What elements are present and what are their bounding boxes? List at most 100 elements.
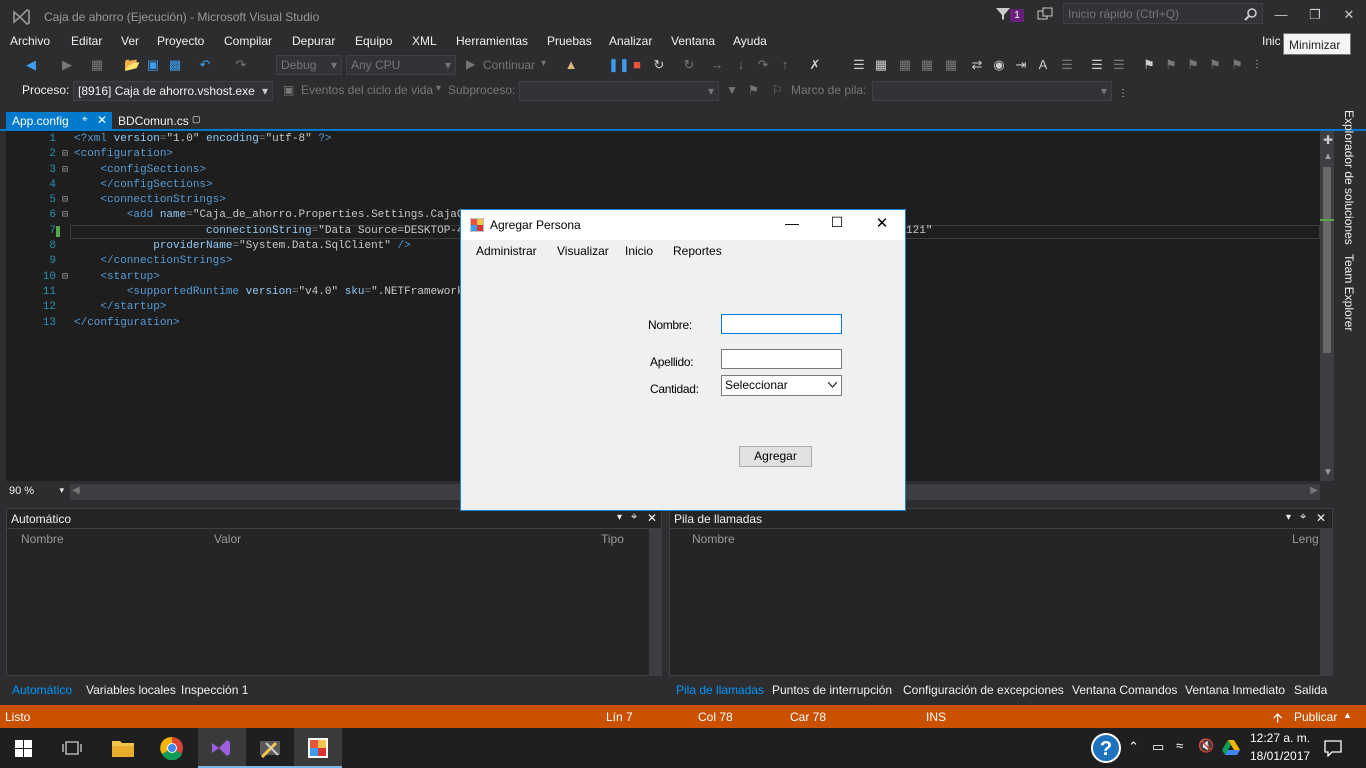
tab-puntos-de-interrupcion[interactable]: Puntos de interrupción <box>768 681 896 699</box>
menu-ver[interactable]: Ver <box>121 34 139 48</box>
open-file-icon[interactable]: 📂 <box>124 58 140 72</box>
task-view-icon[interactable] <box>62 740 82 756</box>
save-all-icon[interactable]: ▩ <box>168 58 182 72</box>
back-icon[interactable]: ◀ <box>24 58 38 72</box>
windows-start-icon[interactable] <box>15 740 32 757</box>
menu-proyecto[interactable]: Proyecto <box>157 34 204 48</box>
menu-ayuda[interactable]: Ayuda <box>733 34 767 48</box>
form-app-taskbar-button[interactable] <box>294 728 342 768</box>
xml-2-icon[interactable]: ▦ <box>944 58 958 72</box>
xml-icon[interactable]: ▦ <box>920 58 934 72</box>
menu-archivo[interactable]: Archivo <box>10 34 50 48</box>
show-next-statement-icon[interactable]: → <box>710 58 724 72</box>
scroll-up-icon[interactable]: ▲ <box>1323 151 1333 162</box>
clear-bookmarks-icon[interactable]: ⚑ <box>1230 58 1244 72</box>
apellido-input[interactable] <box>721 349 842 369</box>
zoom-combo[interactable]: 90 % ▾ <box>6 484 66 500</box>
pane-close-icon[interactable]: ✕ <box>1316 511 1326 525</box>
clock-time[interactable]: 12:27 a. m. <box>1250 731 1310 745</box>
tab-ventana-comandos[interactable]: Ventana Comandos <box>1068 681 1181 699</box>
tab-automatico[interactable]: Automático <box>8 681 76 699</box>
show-flagged-icon[interactable]: ⚐ <box>772 83 783 97</box>
wifi-icon[interactable]: ≈ <box>1176 738 1183 753</box>
forward-icon[interactable]: ▶ <box>60 58 74 72</box>
close-button[interactable]: ✕ <box>1332 0 1366 30</box>
clock-date[interactable]: 18/01/2017 <box>1250 749 1310 763</box>
pane-pin-icon[interactable]: ⌖ <box>631 511 637 524</box>
undo-icon[interactable]: ↶ <box>198 58 212 72</box>
column-header-nombre[interactable]: Nombre <box>692 532 735 546</box>
editor-vertical-scrollbar[interactable]: ✚ ▲ ▼ <box>1320 131 1334 481</box>
bookmark-folder-icon[interactable]: ⚑ <box>1208 58 1222 72</box>
restart-icon[interactable]: ↻ <box>652 58 666 72</box>
indent-icon[interactable]: ⇥ <box>1014 58 1028 72</box>
column-header-valor[interactable]: Valor <box>214 532 241 546</box>
menu-administrar[interactable]: Administrar <box>476 244 537 258</box>
chrome-icon[interactable] <box>160 736 184 760</box>
feedback-icon[interactable] <box>1037 7 1053 23</box>
action-center-icon[interactable] <box>1324 739 1342 757</box>
menu-equipo[interactable]: Equipo <box>355 34 392 48</box>
menu-ventana[interactable]: Ventana <box>671 34 715 48</box>
menu-visualizar[interactable]: Visualizar <box>557 244 609 258</box>
filter-notifications-icon[interactable] <box>995 6 1011 22</box>
goto-icon[interactable]: ⇄ <box>970 58 984 72</box>
prev-bookmark-icon[interactable]: ⚑ <box>1164 58 1178 72</box>
bookmark-icon[interactable]: ⚑ <box>1142 58 1156 72</box>
save-icon[interactable]: ▣ <box>146 58 160 72</box>
lifecycle-events-button[interactable]: Eventos del ciclo de vida <box>301 83 433 97</box>
nombre-input[interactable] <box>721 314 842 334</box>
agregar-button[interactable]: Agregar <box>739 446 812 467</box>
column-header-tipo[interactable]: Tipo <box>601 532 624 546</box>
solution-explorer-tab[interactable]: Explorador de soluciones <box>1342 110 1356 245</box>
list-icon[interactable]: ☰ <box>1090 58 1104 72</box>
step-out-icon[interactable]: ↑ <box>778 58 792 72</box>
pane-dropdown-icon[interactable]: ▾ <box>617 512 622 523</box>
flag-threads-icon[interactable]: ⚑ <box>748 83 759 97</box>
cantidad-select[interactable]: Seleccionar <box>721 375 842 396</box>
process-combo[interactable]: [8916] Caja de ahorro.vshost.exe ▾ <box>73 81 273 101</box>
comment-icon[interactable]: ☰ <box>1060 58 1074 72</box>
refresh-icon[interactable]: ↻ <box>682 58 696 72</box>
camera-icon[interactable]: ◉ <box>992 58 1006 72</box>
platform-combo[interactable]: Any CPU ▾ <box>346 55 456 75</box>
menu-xml[interactable]: XML <box>412 34 437 48</box>
menu-analizar[interactable]: Analizar <box>609 34 652 48</box>
stop-icon[interactable]: ■ <box>630 58 644 72</box>
toolbar-overflow-icon[interactable]: ⋮ <box>1250 58 1264 72</box>
continue-play-icon[interactable]: ▶ <box>466 57 475 71</box>
publish-button[interactable]: Publicar <box>1294 710 1337 724</box>
show-hidden-icons-icon[interactable]: ⌃ <box>1128 739 1139 755</box>
next-bookmark-icon[interactable]: ⚑ <box>1186 58 1200 72</box>
volume-muted-icon[interactable]: 🔇 <box>1198 738 1214 754</box>
tab-salida[interactable]: Salida <box>1290 681 1331 699</box>
lifecycle-dropdown-icon[interactable]: ▾ <box>436 83 441 94</box>
dialog-minimize-button[interactable]: — <box>777 215 807 235</box>
dialog-close-button[interactable]: ✕ <box>867 214 897 234</box>
menu-compilar[interactable]: Compilar <box>224 34 272 48</box>
tab-variables-locales[interactable]: Variables locales <box>82 681 180 699</box>
dialog-title-bar[interactable]: Agregar Persona — ☐ ✕ <box>461 210 905 240</box>
new-project-icon[interactable]: ▦ <box>90 58 104 72</box>
scroll-left-icon[interactable]: ◀ <box>72 485 80 496</box>
font-icon[interactable]: A <box>1036 58 1050 72</box>
split-icon[interactable]: ✚ <box>1323 133 1333 147</box>
outline-toggles[interactable]: ⊟ ⊟ ⊟ ⊟ ⊟ <box>62 132 68 331</box>
scroll-thumb[interactable] <box>1323 167 1331 353</box>
google-drive-icon[interactable] <box>1222 739 1240 755</box>
menu-pruebas[interactable]: Pruebas <box>547 34 592 48</box>
pin-icon[interactable]: ⌖ <box>82 114 88 125</box>
browser-link-icon[interactable]: ▲ <box>564 58 578 72</box>
pane-pin-icon[interactable]: ⌖ <box>1300 511 1306 524</box>
scroll-right-icon[interactable]: ▶ <box>1310 485 1318 496</box>
tab-inspeccion-1[interactable]: Inspección 1 <box>177 681 252 699</box>
team-explorer-tab[interactable]: Team Explorer <box>1342 254 1356 331</box>
document-icon[interactable]: ▦ <box>874 58 888 72</box>
outline-icon[interactable]: ☰ <box>852 58 866 72</box>
redo-icon[interactable]: ↷ <box>234 58 248 72</box>
visual-studio-taskbar-button[interactable] <box>198 728 246 768</box>
tab-configuracion-de-excepciones[interactable]: Configuración de excepciones <box>899 681 1068 699</box>
pane-scrollbar[interactable] <box>1320 529 1332 675</box>
tab-ventana-inmediato[interactable]: Ventana Inmediato <box>1181 681 1289 699</box>
pause-icon[interactable]: ❚❚ <box>608 58 630 72</box>
